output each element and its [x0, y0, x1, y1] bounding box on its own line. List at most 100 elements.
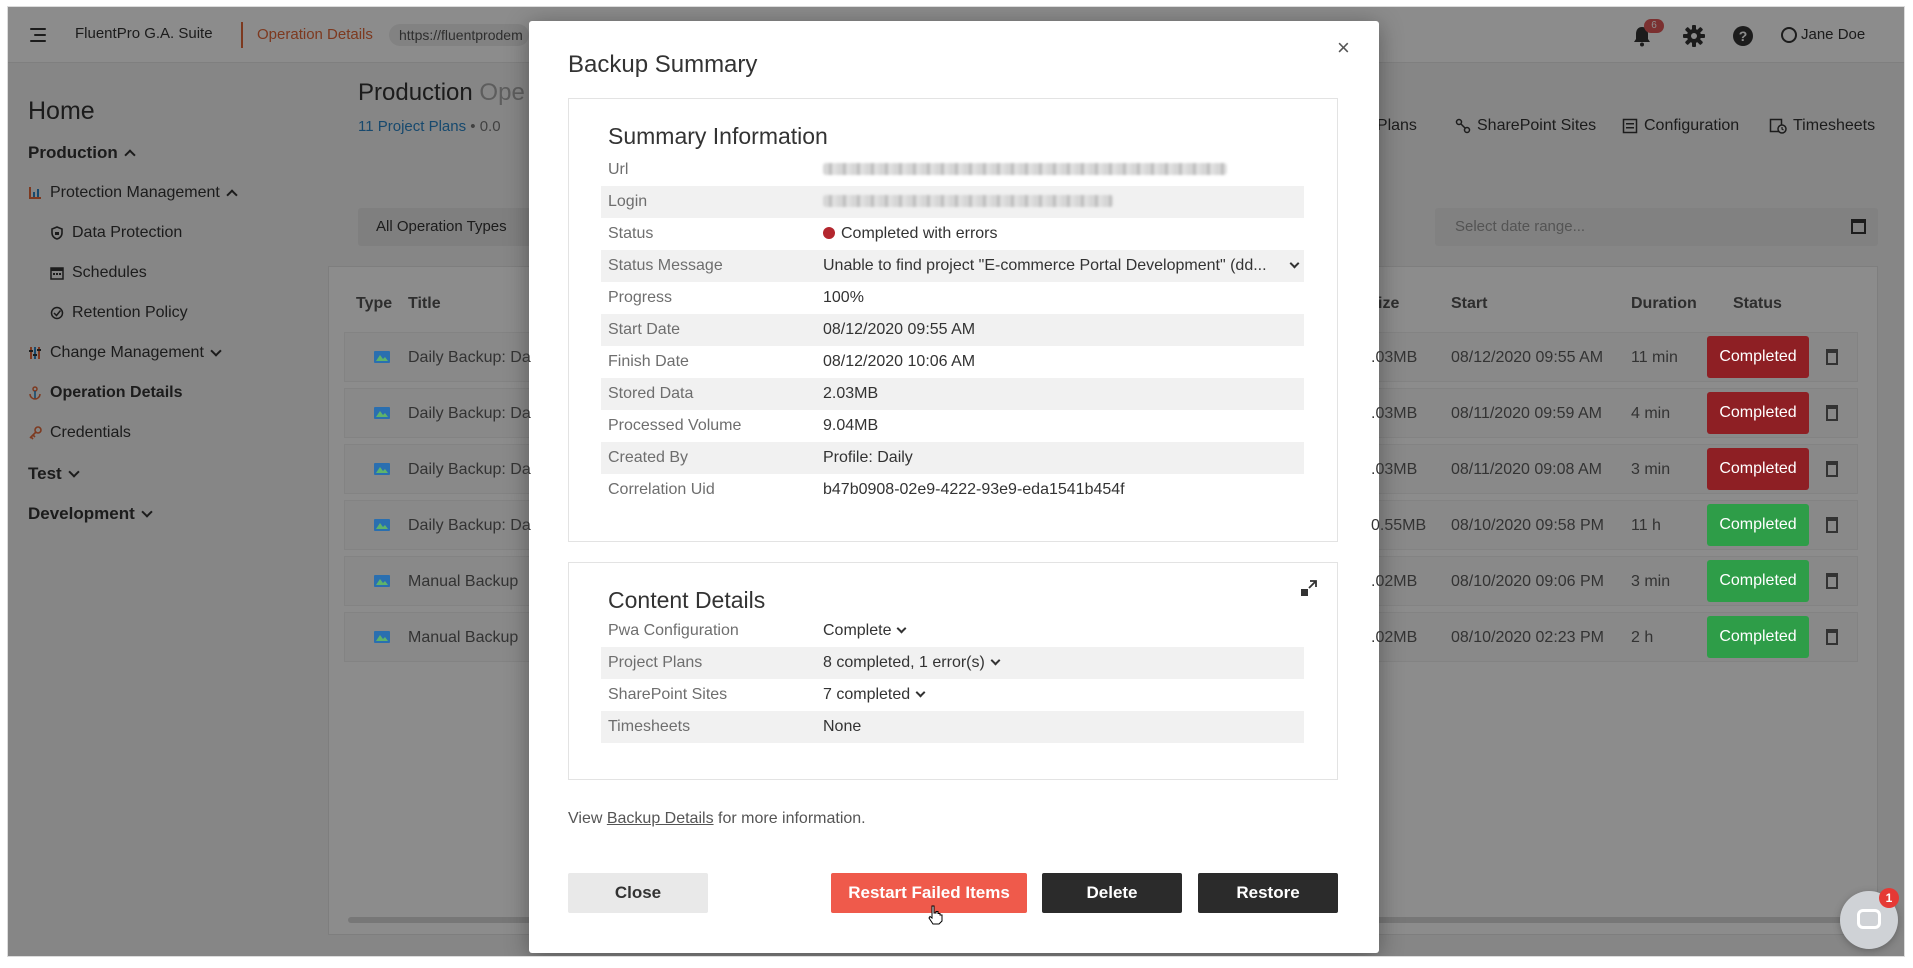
backup-details-link[interactable]: Backup Details [607, 810, 714, 827]
status-badge[interactable]: Completed [1707, 336, 1809, 378]
hand-cursor-icon [928, 905, 943, 925]
row-title: Manual Backup [408, 629, 519, 646]
field-value: 8 completed, 1 error(s) [823, 654, 985, 671]
row-title: Daily Backup: Da [408, 349, 531, 366]
field-value-wrap: 9.04MB [823, 417, 878, 435]
summary-field-row: Url [601, 154, 1304, 186]
field-value-wrap: 8 completed, 1 error(s) [823, 654, 1001, 672]
row-duration: 11 min [1631, 349, 1678, 366]
delete-button[interactable]: Delete [1042, 873, 1182, 913]
redacted-url [823, 163, 1227, 175]
backup-type-icon [374, 631, 390, 643]
field-value-wrap [823, 161, 1227, 180]
summary-field-row: Created By Profile: Daily [601, 442, 1304, 474]
field-value: 08/12/2020 10:06 AM [823, 353, 976, 370]
chevron-down-icon[interactable] [990, 655, 1001, 666]
summary-field-row: Correlation Uid b47b0908-02e9-4222-93e9-e… [601, 474, 1304, 506]
summary-field-row: Start Date 08/12/2020 09:55 AM [601, 314, 1304, 346]
content-field-row[interactable]: Pwa Configuration Complete [601, 615, 1304, 647]
field-value: 7 completed [823, 686, 911, 703]
close-button[interactable]: Close [568, 873, 708, 913]
status-badge[interactable]: Completed [1707, 504, 1809, 546]
row-start: 08/11/2020 09:59 AM [1451, 405, 1602, 422]
summary-field-row: Stored Data 2.03MB [601, 378, 1304, 410]
backup-type-icon [374, 407, 390, 419]
row-size: .03MB [1371, 461, 1418, 478]
row-size: 0.55MB [1371, 517, 1427, 534]
redacted-login [823, 195, 1113, 207]
summary-field-row: Processed Volume 9.04MB [601, 410, 1304, 442]
delete-icon[interactable] [1826, 405, 1838, 421]
row-duration: 11 h [1631, 517, 1661, 534]
note-prefix: View [568, 810, 603, 827]
panel-title: Summary Information [608, 123, 828, 149]
row-duration: 3 min [1631, 573, 1671, 590]
backup-summary-dialog: Backup Summary × Summary Information Url… [529, 21, 1379, 953]
error-status-dot [823, 227, 835, 239]
status-badge[interactable]: Completed [1707, 616, 1809, 658]
row-title: Daily Backup: Da [408, 517, 531, 534]
close-icon[interactable]: × [1337, 35, 1350, 61]
field-value-wrap: Complete [823, 622, 907, 640]
status-badge[interactable]: Completed [1707, 560, 1809, 602]
row-title: Daily Backup: Da [408, 405, 531, 422]
row-duration: 3 min [1631, 461, 1671, 478]
row-start: 08/11/2020 09:08 AM [1451, 461, 1602, 478]
field-key: Created By [608, 449, 689, 466]
field-key: Progress [608, 289, 673, 306]
field-value: b47b0908-02e9-4222-93e9-eda1541b454f [823, 481, 1125, 498]
backup-details-note: View Backup Details for more information… [568, 810, 866, 828]
delete-icon[interactable] [1826, 461, 1838, 477]
chevron-down-icon[interactable] [915, 687, 926, 698]
backup-type-icon [374, 519, 390, 531]
summary-information-panel: Summary Information Url Login Status Comple… [568, 98, 1338, 542]
note-suffix: for more information. [718, 810, 866, 827]
field-key: Timesheets [608, 718, 691, 735]
row-duration: 2 h [1631, 629, 1654, 646]
field-value-wrap: Unable to find project "E-commerce Porta… [823, 257, 1267, 275]
summary-field-row: Status Completed with errors [601, 218, 1304, 250]
field-value: None [823, 718, 862, 735]
summary-field-row: Status Message Unable to find project "E-… [601, 250, 1304, 282]
field-key: Url [608, 161, 629, 178]
delete-icon[interactable] [1826, 629, 1838, 645]
field-value: Profile: Daily [823, 449, 913, 466]
app-window: FluentPro G.A. Suite Operation Details h… [7, 6, 1905, 957]
restore-button[interactable]: Restore [1198, 873, 1338, 913]
field-value: 2.03MB [823, 385, 879, 402]
row-size: .02MB [1371, 629, 1418, 646]
field-value-wrap: b47b0908-02e9-4222-93e9-eda1541b454f [823, 481, 1125, 499]
summary-field-row: Login [601, 186, 1304, 218]
field-value-wrap: 08/12/2020 10:06 AM [823, 353, 975, 371]
content-field-row[interactable]: Project Plans 8 completed, 1 error(s) [601, 647, 1304, 679]
row-duration: 4 min [1631, 405, 1671, 422]
chevron-down-icon[interactable] [897, 623, 907, 634]
status-badge[interactable]: Completed [1707, 448, 1809, 490]
field-key: Status [608, 225, 654, 242]
content-field-row[interactable]: SharePoint Sites 7 completed [601, 679, 1304, 711]
field-key: Project Plans [608, 654, 703, 671]
summary-field-row: Finish Date 08/12/2020 10:06 AM [601, 346, 1304, 378]
delete-icon[interactable] [1826, 573, 1838, 589]
field-key: Status Message [608, 257, 723, 274]
delete-icon[interactable] [1826, 349, 1838, 365]
chat-icon [1857, 909, 1881, 929]
field-value-wrap: 2.03MB [823, 385, 878, 403]
field-key: Processed Volume [608, 417, 742, 434]
row-title: Manual Backup [408, 573, 519, 590]
row-size: .03MB [1371, 405, 1418, 422]
field-value: 100% [823, 289, 864, 306]
field-value-wrap: 7 completed [823, 686, 926, 704]
field-key: Login [608, 193, 648, 210]
backup-type-icon [374, 463, 390, 475]
field-key: Correlation Uid [608, 481, 715, 498]
expand-icon[interactable] [1300, 579, 1318, 597]
row-start: 08/10/2020 09:58 PM [1451, 517, 1605, 534]
row-title: Daily Backup: Da [408, 461, 531, 478]
field-value: 08/12/2020 09:55 AM [823, 321, 976, 338]
field-key: Pwa Configuration [608, 622, 739, 639]
chevron-down-icon[interactable] [1289, 258, 1300, 269]
delete-icon[interactable] [1826, 517, 1838, 533]
status-badge[interactable]: Completed [1707, 392, 1809, 434]
field-value-wrap: Profile: Daily [823, 449, 913, 467]
